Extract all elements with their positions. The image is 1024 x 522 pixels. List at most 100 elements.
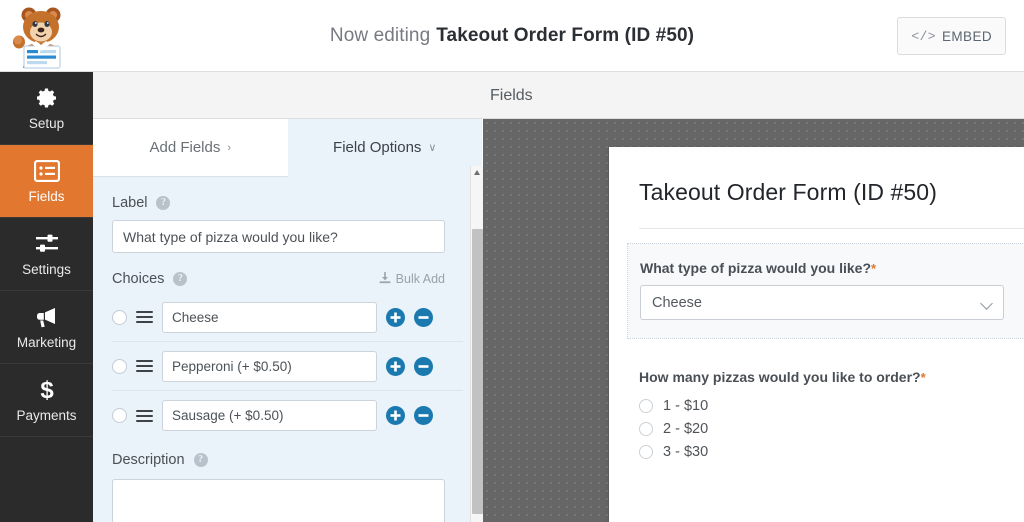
drag-handle-icon[interactable] bbox=[136, 357, 153, 375]
form-builder-app: Now editing Takeout Order Form (ID #50) … bbox=[0, 0, 1024, 522]
remove-choice-button[interactable] bbox=[414, 356, 433, 376]
editing-prefix: Now editing bbox=[329, 25, 431, 46]
preview-field-label-text: What type of pizza would you like? bbox=[640, 260, 872, 276]
preview-radio-option[interactable]: 1 - $10 bbox=[639, 394, 1024, 417]
chevron-down-icon: ∨ bbox=[428, 142, 437, 154]
choices-heading: Choices ? bbox=[112, 271, 188, 287]
choice-default-radio[interactable] bbox=[112, 408, 127, 423]
choice-value-input[interactable] bbox=[162, 301, 377, 333]
remove-choice-button[interactable] bbox=[414, 307, 433, 327]
field-options-panel: Add Fields › Field Options ∨ Label ? Wha… bbox=[93, 119, 483, 522]
sidebar-item-label: Marketing bbox=[16, 335, 77, 350]
gear-icon bbox=[35, 85, 59, 111]
preview-form-title: Takeout Order Form (ID #50) bbox=[639, 173, 1024, 229]
scrollbar-thumb[interactable] bbox=[472, 229, 483, 514]
choice-default-radio[interactable] bbox=[112, 358, 127, 374]
required-marker: * bbox=[920, 370, 926, 385]
choice-value-input[interactable] bbox=[162, 400, 377, 431]
choice-value-input[interactable] bbox=[162, 350, 377, 382]
svg-text:$: $ bbox=[40, 377, 54, 403]
description-title: Description bbox=[112, 452, 185, 468]
chevron-right-icon: › bbox=[227, 141, 232, 154]
sidebar-item-payments[interactable]: $ Payments bbox=[0, 364, 93, 437]
tab-add-fields[interactable]: Add Fields › bbox=[93, 119, 288, 177]
choice-row bbox=[112, 391, 463, 440]
editing-title: Now editing Takeout Order Form (ID #50) bbox=[0, 0, 1024, 72]
download-icon bbox=[379, 271, 391, 287]
panel-heading: Fields bbox=[490, 86, 533, 104]
form-name: Takeout Order Form (ID #50) bbox=[436, 25, 695, 46]
preview-radio-label: 3 - $30 bbox=[663, 443, 709, 460]
field-options-scrollbar[interactable] bbox=[470, 166, 483, 522]
preview-field-label: How many pizzas would you like to order?… bbox=[639, 369, 1024, 385]
form-preview-panel: Takeout Order Form (ID #50) What type of… bbox=[483, 119, 1024, 522]
radio-icon[interactable] bbox=[639, 398, 653, 413]
label-field-heading: Label ? bbox=[112, 195, 462, 211]
drag-handle-icon[interactable] bbox=[136, 407, 153, 425]
panel-header: Fields bbox=[93, 72, 1024, 119]
preview-field-label: Name* bbox=[639, 511, 1024, 522]
preview-radio-option[interactable]: 2 - $20 bbox=[639, 417, 1024, 440]
help-icon[interactable]: ? bbox=[193, 453, 208, 467]
sidebar-item-marketing[interactable]: Marketing bbox=[0, 291, 93, 364]
help-icon[interactable]: ? bbox=[173, 272, 188, 286]
tab-field-options[interactable]: Field Options ∨ bbox=[287, 119, 482, 177]
preview-radio-list: 1 - $10 2 - $20 3 - $30 bbox=[639, 394, 1024, 463]
chevron-down-icon bbox=[980, 297, 993, 310]
sidebar-item-label: Fields bbox=[28, 189, 65, 204]
label-field-title: Label bbox=[112, 195, 148, 211]
description-textarea[interactable] bbox=[112, 479, 445, 522]
embed-button[interactable]: </> EMBED bbox=[897, 17, 1006, 55]
required-marker: * bbox=[871, 261, 877, 276]
preview-radio-option[interactable]: 3 - $30 bbox=[639, 440, 1024, 463]
description-heading: Description ? bbox=[112, 452, 462, 468]
tab-field-options-label: Field Options bbox=[333, 139, 422, 156]
help-icon[interactable]: ? bbox=[156, 196, 171, 210]
choices-list bbox=[112, 293, 463, 440]
sidebar-item-setup[interactable]: Setup bbox=[0, 72, 93, 145]
preview-field-label-text: How many pizzas would you like to order? bbox=[639, 369, 921, 385]
remove-choice-button[interactable] bbox=[414, 406, 433, 425]
drag-handle-icon[interactable] bbox=[136, 308, 153, 326]
add-choice-button[interactable] bbox=[386, 406, 405, 425]
choices-title: Choices bbox=[112, 271, 165, 287]
panel-tabs: Add Fields › Field Options ∨ bbox=[93, 119, 482, 177]
sidebar-item-label: Payments bbox=[16, 408, 77, 423]
sidebar-item-label: Settings bbox=[22, 262, 71, 277]
builder-sidebar: Setup Fields Settings Marketing $ Paymen… bbox=[0, 72, 93, 522]
label-input[interactable] bbox=[112, 220, 445, 253]
sliders-icon bbox=[35, 231, 59, 257]
dollar-sign-icon: $ bbox=[38, 377, 56, 403]
choice-default-radio[interactable] bbox=[112, 309, 127, 325]
sidebar-item-label: Setup bbox=[28, 116, 65, 131]
preview-select-pizza-type[interactable]: Cheese bbox=[640, 285, 1004, 320]
add-choice-button[interactable] bbox=[386, 356, 405, 376]
preview-field-label: What type of pizza would you like?* bbox=[640, 260, 1024, 276]
tab-add-fields-label: Add Fields bbox=[149, 139, 221, 156]
choices-heading-row: Choices ? Bulk Add bbox=[112, 271, 445, 287]
radio-icon[interactable] bbox=[639, 444, 653, 459]
preview-radio-label: 2 - $20 bbox=[663, 420, 709, 437]
preview-select-value: Cheese bbox=[652, 294, 702, 311]
radio-icon[interactable] bbox=[639, 421, 653, 436]
sidebar-item-fields[interactable]: Fields bbox=[0, 145, 93, 218]
bulk-add-label: Bulk Add bbox=[395, 272, 445, 286]
form-list-icon bbox=[33, 158, 60, 184]
preview-field-pizza-quantity[interactable]: How many pizzas would you like to order?… bbox=[627, 353, 1024, 481]
field-options-body: Label ? Choices ? bbox=[93, 177, 481, 522]
bulk-add-button[interactable]: Bulk Add bbox=[379, 271, 445, 287]
megaphone-icon bbox=[34, 304, 60, 330]
add-choice-button[interactable] bbox=[386, 307, 405, 327]
choice-row bbox=[112, 342, 463, 391]
embed-button-label: EMBED bbox=[941, 28, 992, 44]
code-brackets-icon: </> bbox=[911, 28, 936, 44]
form-preview-card: Takeout Order Form (ID #50) What type of… bbox=[609, 147, 1024, 522]
top-bar: Now editing Takeout Order Form (ID #50) … bbox=[0, 0, 1024, 72]
choice-row bbox=[112, 293, 463, 342]
sidebar-item-settings[interactable]: Settings bbox=[0, 218, 93, 291]
scroll-up-arrow-icon[interactable] bbox=[474, 170, 480, 175]
preview-field-name[interactable]: Name* bbox=[627, 495, 1024, 522]
preview-field-pizza-type[interactable]: What type of pizza would you like?* Chee… bbox=[627, 243, 1024, 339]
builder-area: Fields Add Fields › Field Options ∨ Labe… bbox=[93, 72, 1024, 522]
preview-radio-label: 1 - $10 bbox=[663, 397, 709, 414]
